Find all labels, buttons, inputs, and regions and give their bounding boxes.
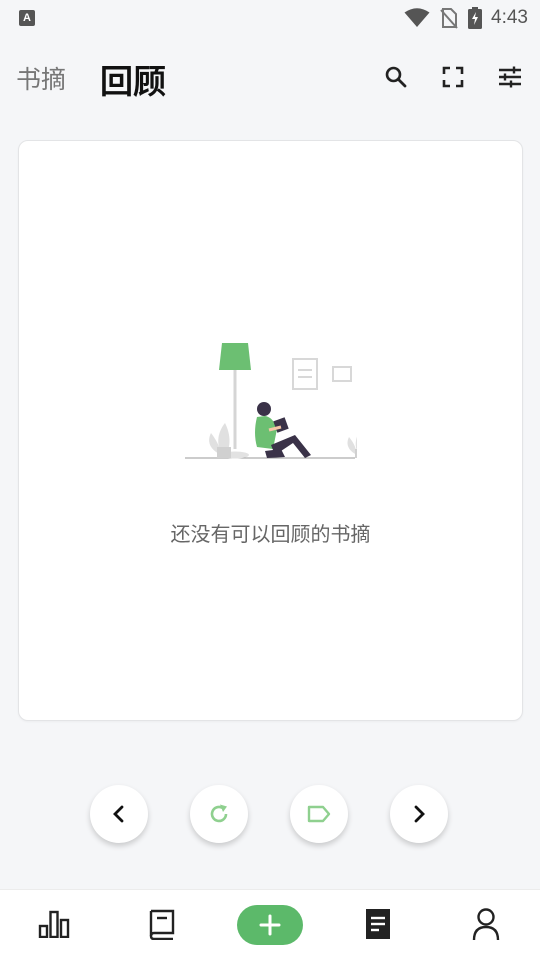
status-icons: 4:43 <box>404 6 528 30</box>
tag-button[interactable] <box>290 785 348 843</box>
fullscreen-icon <box>442 66 464 88</box>
tag-icon <box>307 805 331 823</box>
refresh-icon <box>210 804 228 823</box>
next-button[interactable] <box>390 785 448 843</box>
reading-person-illustration <box>185 343 357 459</box>
nav-notes[interactable] <box>360 906 396 942</box>
header: 书摘 回顾 <box>0 50 540 106</box>
add-icon <box>259 914 281 936</box>
previous-icon <box>113 805 124 823</box>
status-time: 4:43 <box>491 7 528 28</box>
refresh-button[interactable] <box>190 785 248 843</box>
nav-profile[interactable] <box>468 906 504 942</box>
profile-icon <box>472 908 500 941</box>
empty-message: 还没有可以回顾的书摘 <box>170 522 371 546</box>
app-notification-icon: A <box>19 10 35 26</box>
next-icon <box>414 805 425 823</box>
review-card: 还没有可以回顾的书摘 <box>18 140 523 721</box>
no-sim-icon <box>440 8 458 29</box>
bottom-nav <box>0 889 540 961</box>
wifi-icon <box>404 8 430 27</box>
nav-books[interactable] <box>144 906 180 942</box>
tab-digest[interactable]: 书摘 <box>16 60 66 96</box>
search-button[interactable] <box>381 62 411 92</box>
tab-review[interactable]: 回顾 <box>100 55 166 103</box>
previous-button[interactable] <box>90 785 148 843</box>
stats-icon <box>38 910 70 938</box>
battery-charging-icon <box>468 7 483 29</box>
status-bar: A 4:43 <box>0 0 540 36</box>
fullscreen-button[interactable] <box>438 62 468 92</box>
notes-icon <box>366 909 390 939</box>
book-icon <box>149 909 175 940</box>
filter-settings-button[interactable] <box>495 62 525 92</box>
filter-settings-icon <box>499 66 521 88</box>
nav-stats[interactable] <box>36 906 72 942</box>
add-button[interactable] <box>237 905 303 945</box>
search-icon <box>385 66 407 88</box>
